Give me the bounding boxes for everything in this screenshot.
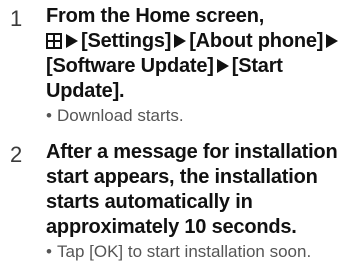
apps-grid-icon xyxy=(46,33,62,49)
right-triangle-icon xyxy=(66,34,78,48)
bullet: • xyxy=(46,242,52,261)
step-number: 1 xyxy=(10,6,23,31)
menu-path-software-update: [Software Update] xyxy=(46,55,214,77)
step-note: • Download starts. xyxy=(46,105,358,127)
step-body: From the Home screen, [Settings] [About p… xyxy=(46,4,358,127)
menu-path-about-phone: [About phone] xyxy=(189,30,324,52)
menu-path-settings: [Settings] xyxy=(81,30,172,52)
step-note: • Tap [OK] to start installation soon. xyxy=(46,241,358,263)
step-note-text: Download starts. xyxy=(57,106,184,125)
step-instruction: From the Home screen, [Settings] [About p… xyxy=(46,4,358,104)
step-note-text: Tap [OK] to start installation soon. xyxy=(57,242,312,261)
step-body: After a message for installation start a… xyxy=(46,140,358,263)
right-triangle-icon xyxy=(174,34,187,48)
step-number: 2 xyxy=(10,142,23,167)
bullet: • xyxy=(46,106,52,125)
right-triangle-icon xyxy=(216,59,229,73)
right-triangle-icon xyxy=(326,34,339,48)
step-instruction: After a message for installation start a… xyxy=(46,141,338,238)
step-instruction-line1: From the Home screen, xyxy=(46,5,265,27)
